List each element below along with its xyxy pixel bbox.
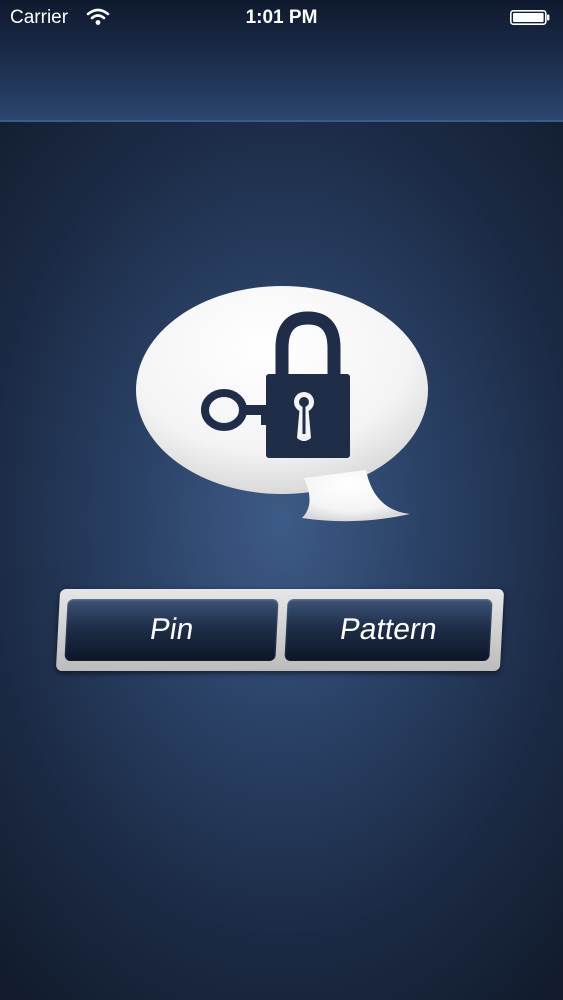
battery-icon xyxy=(510,10,550,25)
app-screen: Carrier 1:01 PM Pin Pattern xyxy=(0,0,563,1000)
status-bar: Carrier 1:01 PM xyxy=(0,0,563,36)
lock-type-segmented-control: Pin Pattern xyxy=(55,589,505,671)
pattern-button[interactable]: Pattern xyxy=(284,599,493,661)
status-time: 1:01 PM xyxy=(245,7,318,28)
pattern-button-label: Pattern xyxy=(337,613,440,646)
pin-button[interactable]: Pin xyxy=(64,599,279,661)
pin-button-label: Pin xyxy=(147,613,196,646)
speech-bubble-lock-key-icon xyxy=(136,286,428,522)
